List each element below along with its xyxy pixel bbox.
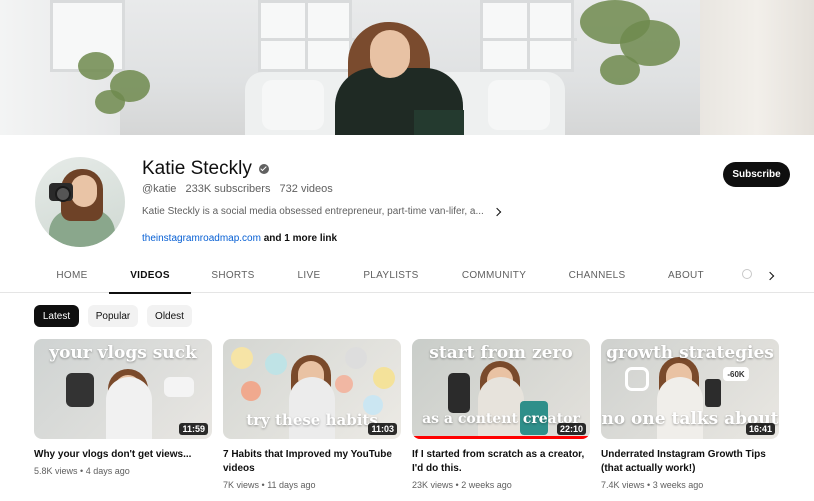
- more-links-button[interactable]: and 1 more link: [264, 233, 337, 244]
- video-card[interactable]: -60K growth strategies no one talks abou…: [601, 339, 779, 490]
- thumbnail-text-top: your vlogs suck: [49, 343, 197, 363]
- video-views: 7K views: [223, 480, 260, 490]
- video-card[interactable]: your vlogs suck 11:59 Why your vlogs don…: [34, 339, 212, 476]
- video-duration: 11:59: [179, 423, 208, 435]
- tab-shorts[interactable]: SHORTS: [203, 258, 263, 293]
- video-thumbnail[interactable]: start from zero as a content creator 22:…: [412, 339, 590, 439]
- sun-icon: [373, 367, 395, 389]
- thumbnail-text-top: growth strategies: [606, 343, 774, 363]
- filter-latest[interactable]: Latest: [34, 305, 79, 327]
- tab-about[interactable]: ABOUT: [660, 258, 712, 293]
- channel-description-text: Katie Steckly is a social media obsessed…: [142, 206, 484, 217]
- video-title[interactable]: Underrated Instagram Growth Tips (that a…: [601, 448, 779, 476]
- channel-tabs: HOME VIDEOS SHORTS LIVE PLAYLISTS COMMUN…: [0, 258, 814, 294]
- video-thumbnail[interactable]: -60K growth strategies no one talks abou…: [601, 339, 779, 439]
- instagram-icon: [625, 367, 649, 391]
- video-thumbnail[interactable]: try these habits 11:03: [223, 339, 401, 439]
- scissors-icon: [231, 347, 253, 369]
- video-title[interactable]: If I started from scratch as a creator, …: [412, 448, 590, 476]
- image-icon: [265, 353, 287, 375]
- channel-link[interactable]: theinstagramroadmap.com: [142, 233, 261, 244]
- coffee-icon: [241, 381, 261, 401]
- video-title[interactable]: Why your vlogs don't get views...: [34, 448, 212, 462]
- subscriber-count: 233K subscribers: [185, 183, 271, 195]
- video-duration: 22:10: [556, 423, 586, 435]
- play-icon: [164, 377, 194, 397]
- video-meta: 23K views • 2 weeks ago: [412, 480, 512, 490]
- chevron-right-icon[interactable]: [492, 207, 502, 216]
- tab-live[interactable]: LIVE: [288, 258, 330, 293]
- video-age: 4 days ago: [85, 466, 130, 476]
- subscribe-button[interactable]: Subscribe: [723, 162, 790, 187]
- phone-icon: [705, 379, 721, 407]
- video-thumbnail[interactable]: your vlogs suck 11:59: [34, 339, 212, 439]
- channel-name-text: Katie Steckly: [142, 158, 252, 179]
- video-age: 11 days ago: [267, 480, 316, 490]
- tab-home[interactable]: HOME: [45, 258, 99, 293]
- video-meta: 7K views • 11 days ago: [223, 480, 316, 490]
- video-views: 7.4K views: [601, 480, 645, 490]
- chevron-right-icon: [765, 271, 775, 281]
- tab-channels[interactable]: CHANNELS: [562, 258, 632, 293]
- tabs-next-button[interactable]: [760, 266, 780, 286]
- camera-icon: [49, 183, 73, 202]
- video-views: 5.8K views: [34, 466, 78, 476]
- tab-playlists[interactable]: PLAYLISTS: [354, 258, 428, 293]
- magnet-icon: [335, 375, 353, 393]
- video-duration: 11:03: [368, 423, 397, 435]
- channel-avatar[interactable]: [35, 157, 125, 247]
- tab-community[interactable]: COMMUNITY: [454, 258, 534, 293]
- follower-badge: -60K: [723, 367, 749, 381]
- camera-icon: [448, 373, 470, 413]
- channel-links: theinstagramroadmap.com and 1 more link: [142, 233, 337, 244]
- tab-videos[interactable]: VIDEOS: [109, 258, 191, 294]
- video-card[interactable]: try these habits 11:03 7 Habits that Imp…: [223, 339, 401, 490]
- channel-description[interactable]: Katie Steckly is a social media obsessed…: [142, 206, 502, 217]
- video-views: 23K views: [412, 480, 454, 490]
- video-age: 3 weeks ago: [652, 480, 704, 490]
- camera-icon: [66, 373, 94, 407]
- video-title[interactable]: 7 Habits that Improved my YouTube videos: [223, 448, 401, 476]
- filter-oldest[interactable]: Oldest: [147, 305, 192, 327]
- filter-popular[interactable]: Popular: [88, 305, 138, 327]
- calendar-icon: [345, 347, 367, 369]
- search-icon[interactable]: [742, 269, 752, 279]
- channel-meta: @katie 233K subscribers 732 videos: [142, 183, 339, 195]
- thumbnail-text-top: start from zero: [429, 343, 573, 363]
- video-meta: 7.4K views • 3 weeks ago: [601, 480, 704, 490]
- channel-handle: @katie: [142, 183, 177, 195]
- watch-progress-bar: [412, 436, 590, 439]
- video-duration: 16:41: [745, 423, 775, 435]
- video-count: 732 videos: [279, 183, 333, 195]
- video-card[interactable]: start from zero as a content creator 22:…: [412, 339, 590, 490]
- video-age: 2 weeks ago: [461, 480, 512, 490]
- video-meta: 5.8K views • 4 days ago: [34, 466, 130, 476]
- verified-check-icon: [258, 164, 269, 174]
- channel-banner: [0, 0, 814, 135]
- channel-name: Katie Steckly: [142, 158, 269, 180]
